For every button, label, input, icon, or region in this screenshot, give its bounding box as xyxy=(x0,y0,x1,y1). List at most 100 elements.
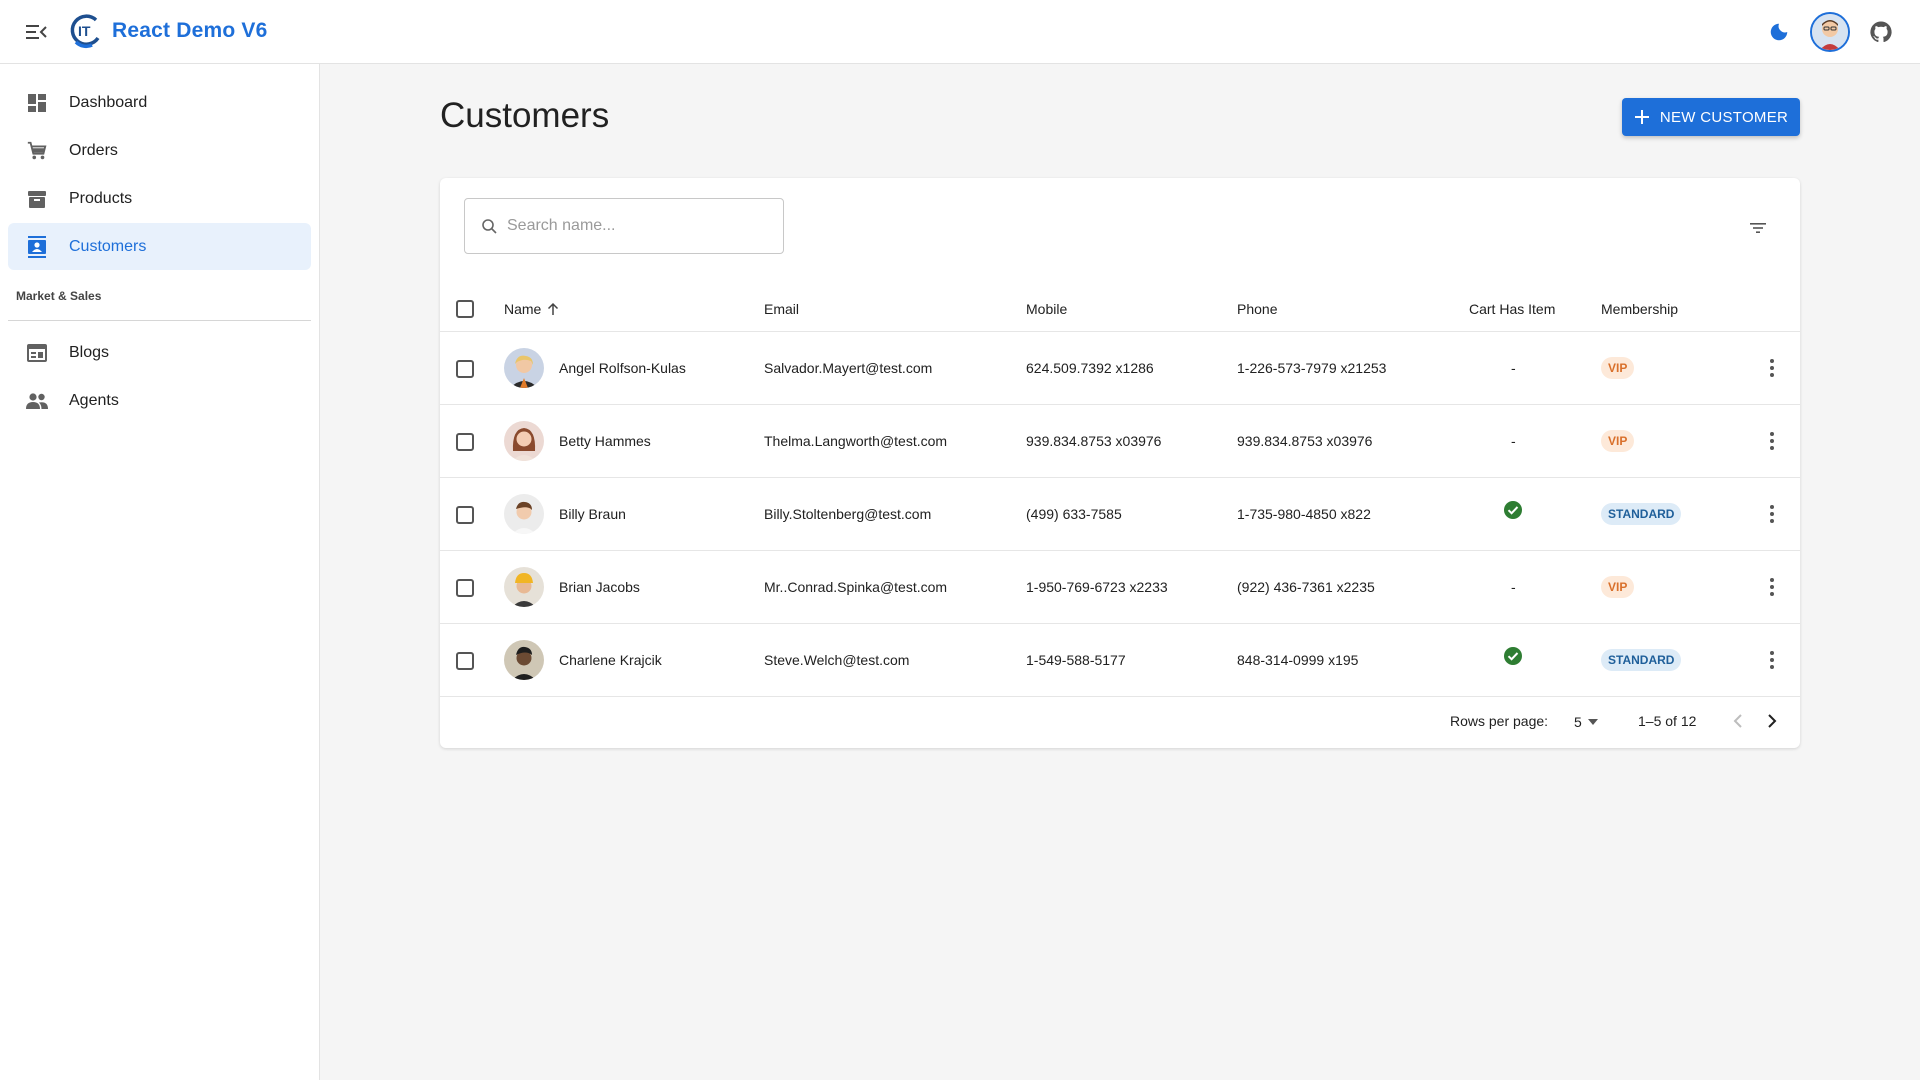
membership-badge: STANDARD xyxy=(1601,649,1682,671)
table-row[interactable]: Billy Braun Billy.Stoltenberg@test.com (… xyxy=(440,478,1800,551)
customer-email: Billy.Stoltenberg@test.com xyxy=(764,506,932,522)
sort-ascending-icon xyxy=(548,302,559,315)
table-row[interactable]: Charlene Krajcik Steve.Welch@test.com 1-… xyxy=(440,624,1800,697)
customer-phone: 848-314-0999 x195 xyxy=(1237,652,1359,668)
select-all-checkbox[interactable] xyxy=(456,300,474,318)
app-logo-icon: IT xyxy=(66,12,104,50)
column-header-cart[interactable]: Cart Has Item xyxy=(1469,301,1555,317)
sidebar-item-dashboard[interactable]: Dashboard xyxy=(8,79,311,126)
customer-phone: 1-735-980-4850 x822 xyxy=(1237,506,1371,522)
next-page-button[interactable] xyxy=(1758,707,1786,735)
customer-phone: 1-226-573-7979 x21253 xyxy=(1237,360,1387,376)
filter-icon xyxy=(1750,223,1766,233)
customer-mobile: 1-950-769-6723 x2233 xyxy=(1026,579,1168,595)
sidebar-item-customers[interactable]: Customers xyxy=(8,223,311,270)
row-actions-button[interactable] xyxy=(1760,573,1784,601)
sidebar-item-blogs[interactable]: Blogs xyxy=(8,329,311,376)
cart-icon xyxy=(25,139,49,163)
rows-per-page-label: Rows per page: xyxy=(1450,713,1549,729)
customer-mobile: (499) 633-7585 xyxy=(1026,506,1122,522)
customer-phone: 939.834.8753 x03976 xyxy=(1237,433,1373,449)
rows-per-page-select[interactable]: 5 xyxy=(1574,711,1610,733)
moon-icon xyxy=(1770,23,1788,41)
cart-status: - xyxy=(1511,433,1516,449)
column-header-phone[interactable]: Phone xyxy=(1237,301,1277,317)
row-checkbox[interactable] xyxy=(456,652,474,670)
sidebar-item-label: Products xyxy=(69,189,133,207)
customer-name: Billy Braun xyxy=(559,506,626,522)
sidebar-item-label: Customers xyxy=(69,237,147,255)
user-avatar[interactable] xyxy=(1810,12,1850,52)
cart-has-item-check-icon xyxy=(1504,501,1522,519)
sidebar-item-label: Blogs xyxy=(69,343,110,361)
search-field[interactable] xyxy=(464,198,784,254)
theme-toggle-button[interactable] xyxy=(1762,15,1796,49)
sidebar-divider xyxy=(8,320,311,321)
github-link-button[interactable] xyxy=(1864,15,1898,49)
contact-card-icon xyxy=(25,235,49,259)
membership-badge: VIP xyxy=(1601,576,1635,598)
column-header-name[interactable]: Name xyxy=(504,301,559,317)
customer-mobile: 1-549-588-5177 xyxy=(1026,652,1126,668)
app-title[interactable]: React Demo V6 xyxy=(112,19,268,43)
new-customer-button[interactable]: NEW CUSTOMER xyxy=(1622,98,1800,136)
cart-status: - xyxy=(1511,360,1516,376)
filter-button[interactable] xyxy=(1740,210,1776,246)
customer-mobile: 939.834.8753 x03976 xyxy=(1026,433,1162,449)
column-header-membership[interactable]: Membership xyxy=(1601,301,1678,317)
customer-name: Brian Jacobs xyxy=(559,579,640,595)
customer-email: Mr..Conrad.Spinka@test.com xyxy=(764,579,948,595)
sidebar-item-products[interactable]: Products xyxy=(8,175,311,222)
row-checkbox[interactable] xyxy=(456,579,474,597)
membership-badge: STANDARD xyxy=(1601,503,1682,525)
people-icon xyxy=(25,389,49,413)
app-bar: IT React Demo V6 xyxy=(0,0,1920,64)
row-checkbox[interactable] xyxy=(456,506,474,524)
customer-avatar xyxy=(504,567,544,607)
cart-status: - xyxy=(1511,579,1516,595)
sidebar-item-agents[interactable]: Agents xyxy=(8,377,311,424)
archive-icon xyxy=(25,187,49,211)
row-checkbox[interactable] xyxy=(456,433,474,451)
customer-avatar xyxy=(504,348,544,388)
customer-avatar xyxy=(504,494,544,534)
plus-icon xyxy=(1634,110,1649,124)
customer-name: Betty Hammes xyxy=(559,433,651,449)
svg-text:IT: IT xyxy=(78,23,91,39)
customer-phone: (922) 436-7361 x2235 xyxy=(1237,579,1375,595)
sidebar-item-orders[interactable]: Orders xyxy=(8,127,311,174)
menu-collapse-icon xyxy=(26,25,47,39)
page-title: Customers xyxy=(440,96,610,135)
table-row[interactable]: Betty Hammes Thelma.Langworth@test.com 9… xyxy=(440,405,1800,478)
customer-avatar xyxy=(504,640,544,680)
row-checkbox[interactable] xyxy=(456,360,474,378)
sidebar-item-label: Dashboard xyxy=(69,93,148,111)
rows-per-page-value: 5 xyxy=(1574,714,1582,730)
column-header-email[interactable]: Email xyxy=(764,301,799,317)
row-actions-button[interactable] xyxy=(1760,354,1784,382)
customer-name: Angel Rolfson-Kulas xyxy=(559,360,686,376)
previous-page-button[interactable] xyxy=(1724,707,1752,735)
sidebar-section-label: Market & Sales xyxy=(16,289,102,303)
dashboard-icon xyxy=(25,91,49,115)
menu-toggle-button[interactable] xyxy=(22,20,50,44)
sidebar-item-label: Agents xyxy=(69,391,119,409)
customer-email: Steve.Welch@test.com xyxy=(764,652,910,668)
table-pagination: Rows per page: 5 1–5 of 12 xyxy=(440,695,1800,748)
customer-mobile: 624.509.7392 x1286 xyxy=(1026,360,1154,376)
column-header-mobile[interactable]: Mobile xyxy=(1026,301,1067,317)
search-icon xyxy=(479,216,499,236)
customer-name: Charlene Krajcik xyxy=(559,652,662,668)
web-icon xyxy=(25,341,49,365)
customer-avatar xyxy=(504,421,544,461)
github-icon xyxy=(1870,21,1892,43)
table-row[interactable]: Brian Jacobs Mr..Conrad.Spinka@test.com … xyxy=(440,551,1800,624)
chevron-right-icon xyxy=(1768,714,1777,728)
search-input[interactable] xyxy=(507,217,777,235)
membership-badge: VIP xyxy=(1601,430,1635,452)
sidebar: Dashboard Orders Products Customers Mark… xyxy=(0,64,320,1080)
row-actions-button[interactable] xyxy=(1760,646,1784,674)
row-actions-button[interactable] xyxy=(1760,500,1784,528)
row-actions-button[interactable] xyxy=(1760,427,1784,455)
table-row[interactable]: Angel Rolfson-Kulas Salvador.Mayert@test… xyxy=(440,332,1800,405)
